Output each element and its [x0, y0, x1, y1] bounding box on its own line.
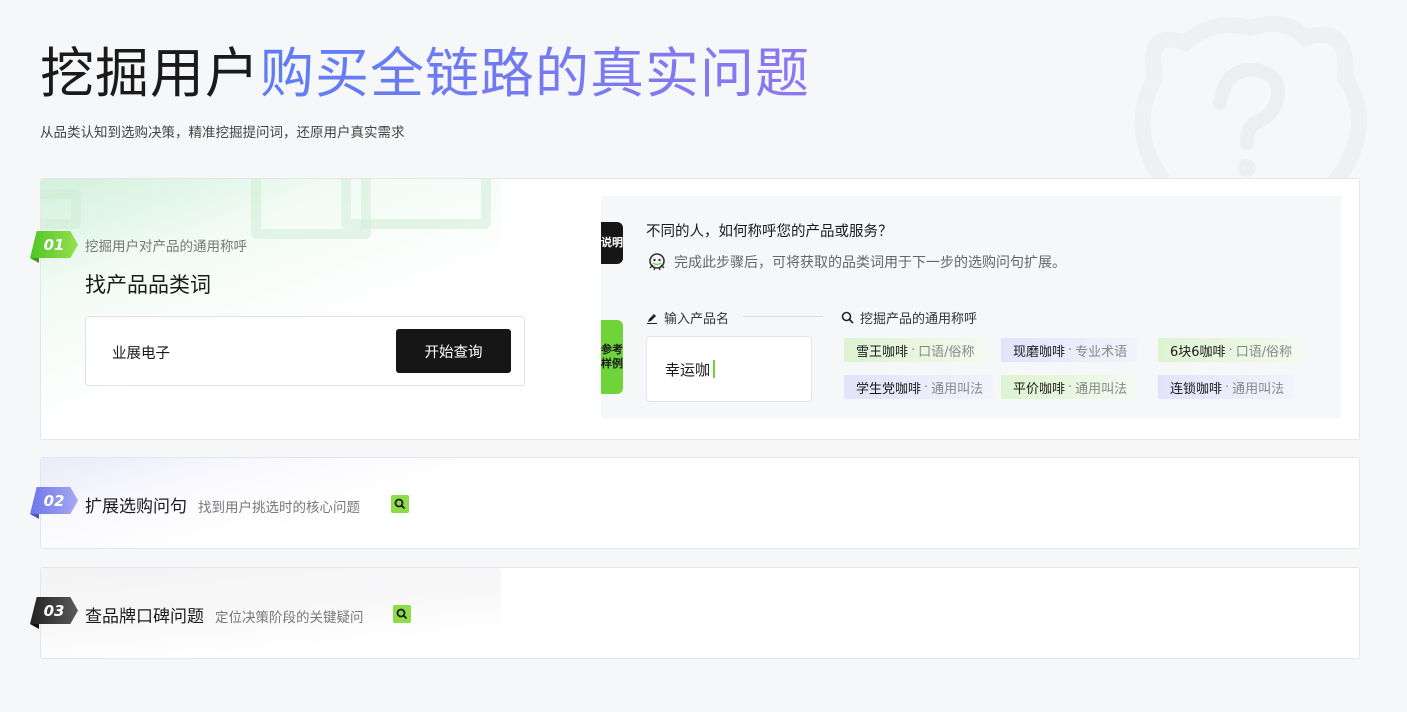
step-badge-3: 03 [30, 597, 78, 624]
robot-icon [649, 253, 665, 271]
search-icon[interactable] [391, 495, 409, 513]
start-query-button[interactable]: 开始查询 [396, 329, 511, 373]
result-tag: 雪王咖啡 · 口语/俗称 [844, 338, 985, 362]
result-tag: 现磨咖啡 · 专业术语 [1001, 338, 1138, 362]
explain-tag: 说明 [601, 222, 623, 264]
example-note: 完成此步骤后，可将获取的品类词用于下一步的选购问句扩展。 [646, 251, 1066, 273]
input-label: 输入产品名 [646, 308, 729, 327]
step-title: 扩展选购问句 [85, 497, 187, 517]
result-tag: 连锁咖啡 · 通用叫法 [1158, 375, 1295, 399]
query-box: 开始查询 [85, 316, 525, 386]
badge-tail [30, 624, 39, 629]
badge-tail [30, 258, 39, 263]
step-badge-1: 01 [30, 231, 78, 258]
hero-title-accent: 购买全链路的真实问题 [260, 42, 810, 105]
label-divider [743, 316, 823, 317]
step-card-2[interactable]: 02 扩展选购问句 找到用户挑选时的核心问题 [30, 457, 1360, 549]
hero-title-dark: 挖掘用户 [40, 42, 260, 105]
hero-title: 挖掘用户购买全链路的真实问题 [40, 38, 810, 110]
mine-label: 挖掘产品的通用称呼 [841, 308, 977, 327]
step-title: 找产品品类词 [85, 273, 211, 297]
text-cursor [713, 360, 716, 378]
step-title: 查品牌口碑问题 [85, 607, 204, 627]
product-input[interactable] [112, 341, 362, 363]
example-input: 幸运咖 [646, 336, 812, 402]
example-question: 不同的人，如何称呼您的产品或服务？ [646, 224, 893, 240]
reference-tag: 参考样例 [601, 320, 623, 394]
card-decoration [41, 179, 501, 439]
pen-icon [647, 313, 657, 324]
result-tag: 6块6咖啡 · 口语/俗称 [1158, 338, 1303, 362]
hero-subtitle: 从品类认知到选购决策，精准挖掘提问词，还原用户真实需求 [40, 125, 405, 141]
step-subtitle: 挖掘用户对产品的通用称呼 [85, 239, 247, 255]
badge-tail [30, 514, 39, 519]
example-panel: 说明 参考样例 不同的人，如何称呼您的产品或服务？ 完成此步骤后，可将获取的品类… [601, 196, 1341, 418]
step-subtitle: 定位决策阶段的关键疑问 [215, 610, 364, 626]
step-card-3[interactable]: 03 查品牌口碑问题 定位决策阶段的关键疑问 [30, 567, 1360, 659]
result-tag: 学生党咖啡 · 通用叫法 [844, 375, 994, 399]
search-icon [841, 311, 854, 324]
step-card-1: 01 挖掘用户对产品的通用称呼 找产品品类词 开始查询 说明 参考样例 不同的人… [30, 178, 1360, 440]
search-icon[interactable] [393, 605, 411, 623]
result-tags: 雪王咖啡 · 口语/俗称 现磨咖啡 · 专业术语 6块6咖啡 · 口语/俗称 学生党咖啡 · 通… [844, 338, 1324, 404]
result-tag: 平价咖啡 · 通用叫法 [1001, 375, 1138, 399]
step-subtitle: 找到用户挑选时的核心问题 [198, 500, 360, 516]
step-badge-2: 02 [30, 487, 78, 514]
